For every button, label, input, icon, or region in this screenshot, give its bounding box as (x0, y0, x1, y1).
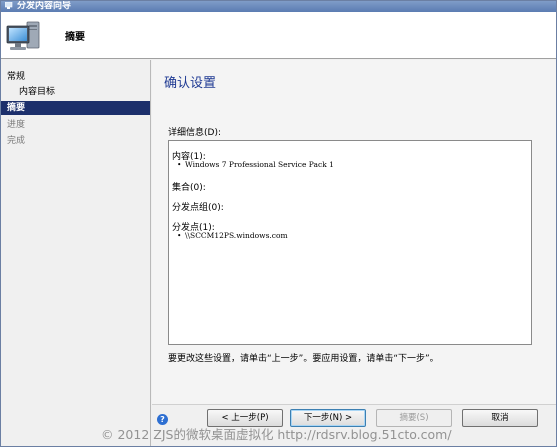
window-title: 分发内容向导 (17, 1, 72, 11)
section-dp-group-heading: 分发点组(0): (172, 203, 224, 213)
computer-icon (6, 21, 40, 50)
page-title: 确认设置 (164, 76, 217, 91)
wizard-header: 摘要 (1, 12, 556, 59)
nav-item-progress: 进度 (7, 120, 26, 130)
bullet: • (177, 160, 182, 169)
wizard-app-icon (5, 2, 13, 9)
header-title: 摘要 (65, 32, 85, 43)
nav-item-summary[interactable]: 摘要 (1, 101, 150, 115)
section-collection-heading: 集合(0): (172, 183, 206, 193)
bullet: • (177, 231, 182, 240)
details-label: 详细信息(D): (168, 128, 221, 138)
list-item: • \\SCCM12PS.windows.com (177, 231, 288, 240)
instruction-text: 要更改这些设置，请单击“上一步”。要应用设置，请单击“下一步”。 (168, 354, 439, 364)
dp-item-name: \\SCCM12PS.windows.com (185, 231, 288, 240)
nav-item-general[interactable]: 常规 (1, 70, 150, 84)
wizard-nav: 常规 内容目标 摘要 进度 完成 (1, 60, 151, 446)
list-item: • Windows 7 Professional Service Pack 1 (177, 160, 334, 169)
nav-item-completion: 完成 (7, 136, 26, 146)
nav-item-content-destination[interactable]: 内容目标 (1, 85, 150, 99)
content-pane: 确认设置 详细信息(D): 内容(1): • Windows 7 Professi… (152, 60, 556, 404)
wizard-window: 分发内容向导 摘要 常规 内容目标 摘要 进度 完成 确认设置 详细信息(D):… (0, 0, 557, 447)
cancel-button[interactable]: 取消 (462, 409, 538, 427)
watermark-text: © 2012 ZJS的微软桌面虚拟化 http://rdsrv.blog.51c… (101, 427, 452, 442)
details-box[interactable]: 内容(1): • Windows 7 Professional Service P… (168, 140, 532, 345)
title-bar[interactable]: 分发内容向导 (1, 1, 556, 12)
content-item-name: Windows 7 Professional Service Pack 1 (185, 160, 334, 169)
